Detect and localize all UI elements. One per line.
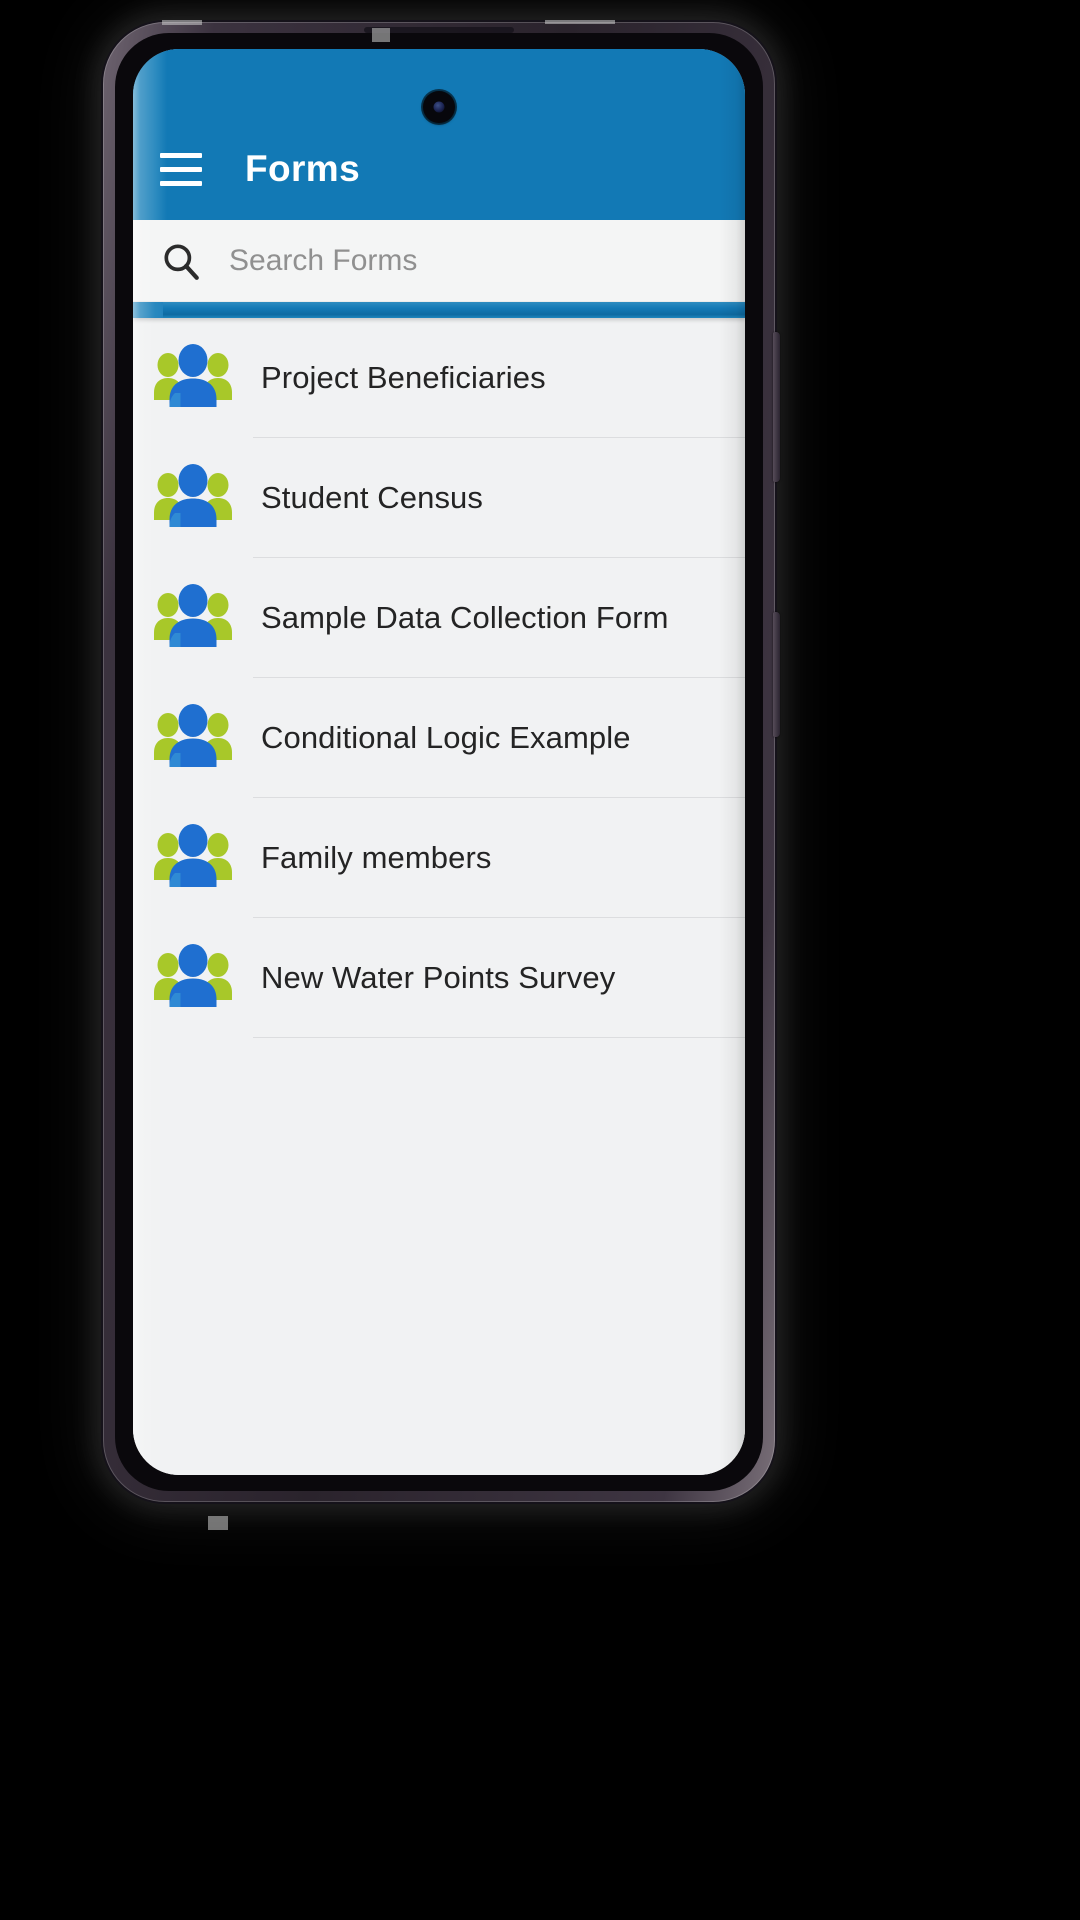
form-name: Conditional Logic Example <box>261 720 631 755</box>
search-bar <box>133 220 745 302</box>
page-title: Forms <box>245 148 361 189</box>
forms-list[interactable]: Project Beneficiaries Student Census Sam… <box>133 318 745 1475</box>
phone-device-frame: Forms Search Forms Project Beneficiaries… <box>103 22 780 1502</box>
search-icon[interactable] <box>133 220 229 302</box>
hamburger-menu-icon[interactable] <box>133 126 229 212</box>
list-item[interactable]: Project Beneficiaries <box>133 318 745 438</box>
group-people-icon <box>147 332 239 424</box>
list-item[interactable]: Family members <box>133 798 745 918</box>
front-camera-icon <box>423 91 455 123</box>
hamburger-bar-3 <box>160 180 202 186</box>
list-divider <box>253 1037 745 1038</box>
list-item[interactable]: New Water Points Survey <box>133 918 745 1038</box>
search-progress-indicator <box>133 302 745 318</box>
form-name: Sample Data Collection Form <box>261 600 669 635</box>
capture-artifact-right <box>545 20 615 24</box>
hamburger-bar-2 <box>160 166 202 172</box>
app-bar: Forms <box>133 49 745 220</box>
group-people-icon <box>147 572 239 664</box>
form-name: New Water Points Survey <box>261 960 616 995</box>
group-people-icon <box>147 932 239 1024</box>
form-name: Family members <box>261 840 492 875</box>
volume-side-key[interactable] <box>773 332 780 482</box>
front-camera-lens <box>433 101 445 113</box>
capture-artifact-bottom <box>208 1516 228 1530</box>
group-people-icon <box>147 692 239 784</box>
capture-artifact-top <box>372 28 390 42</box>
hamburger-bar-1 <box>160 152 202 158</box>
list-item[interactable]: Student Census <box>133 438 745 558</box>
phone-screen: Forms Search Forms Project Beneficiaries… <box>133 49 745 1475</box>
app-bar-content: Forms <box>133 126 745 220</box>
group-people-icon <box>147 452 239 544</box>
group-people-icon <box>147 812 239 904</box>
capture-artifact-left <box>162 20 202 25</box>
search-input[interactable] <box>229 220 745 302</box>
form-name: Student Census <box>261 480 483 515</box>
list-item[interactable]: Sample Data Collection Form <box>133 558 745 678</box>
list-item[interactable]: Conditional Logic Example <box>133 678 745 798</box>
phone-bezel: Forms Search Forms Project Beneficiaries… <box>115 33 763 1491</box>
form-name: Project Beneficiaries <box>261 360 546 395</box>
power-side-key[interactable] <box>773 612 780 737</box>
